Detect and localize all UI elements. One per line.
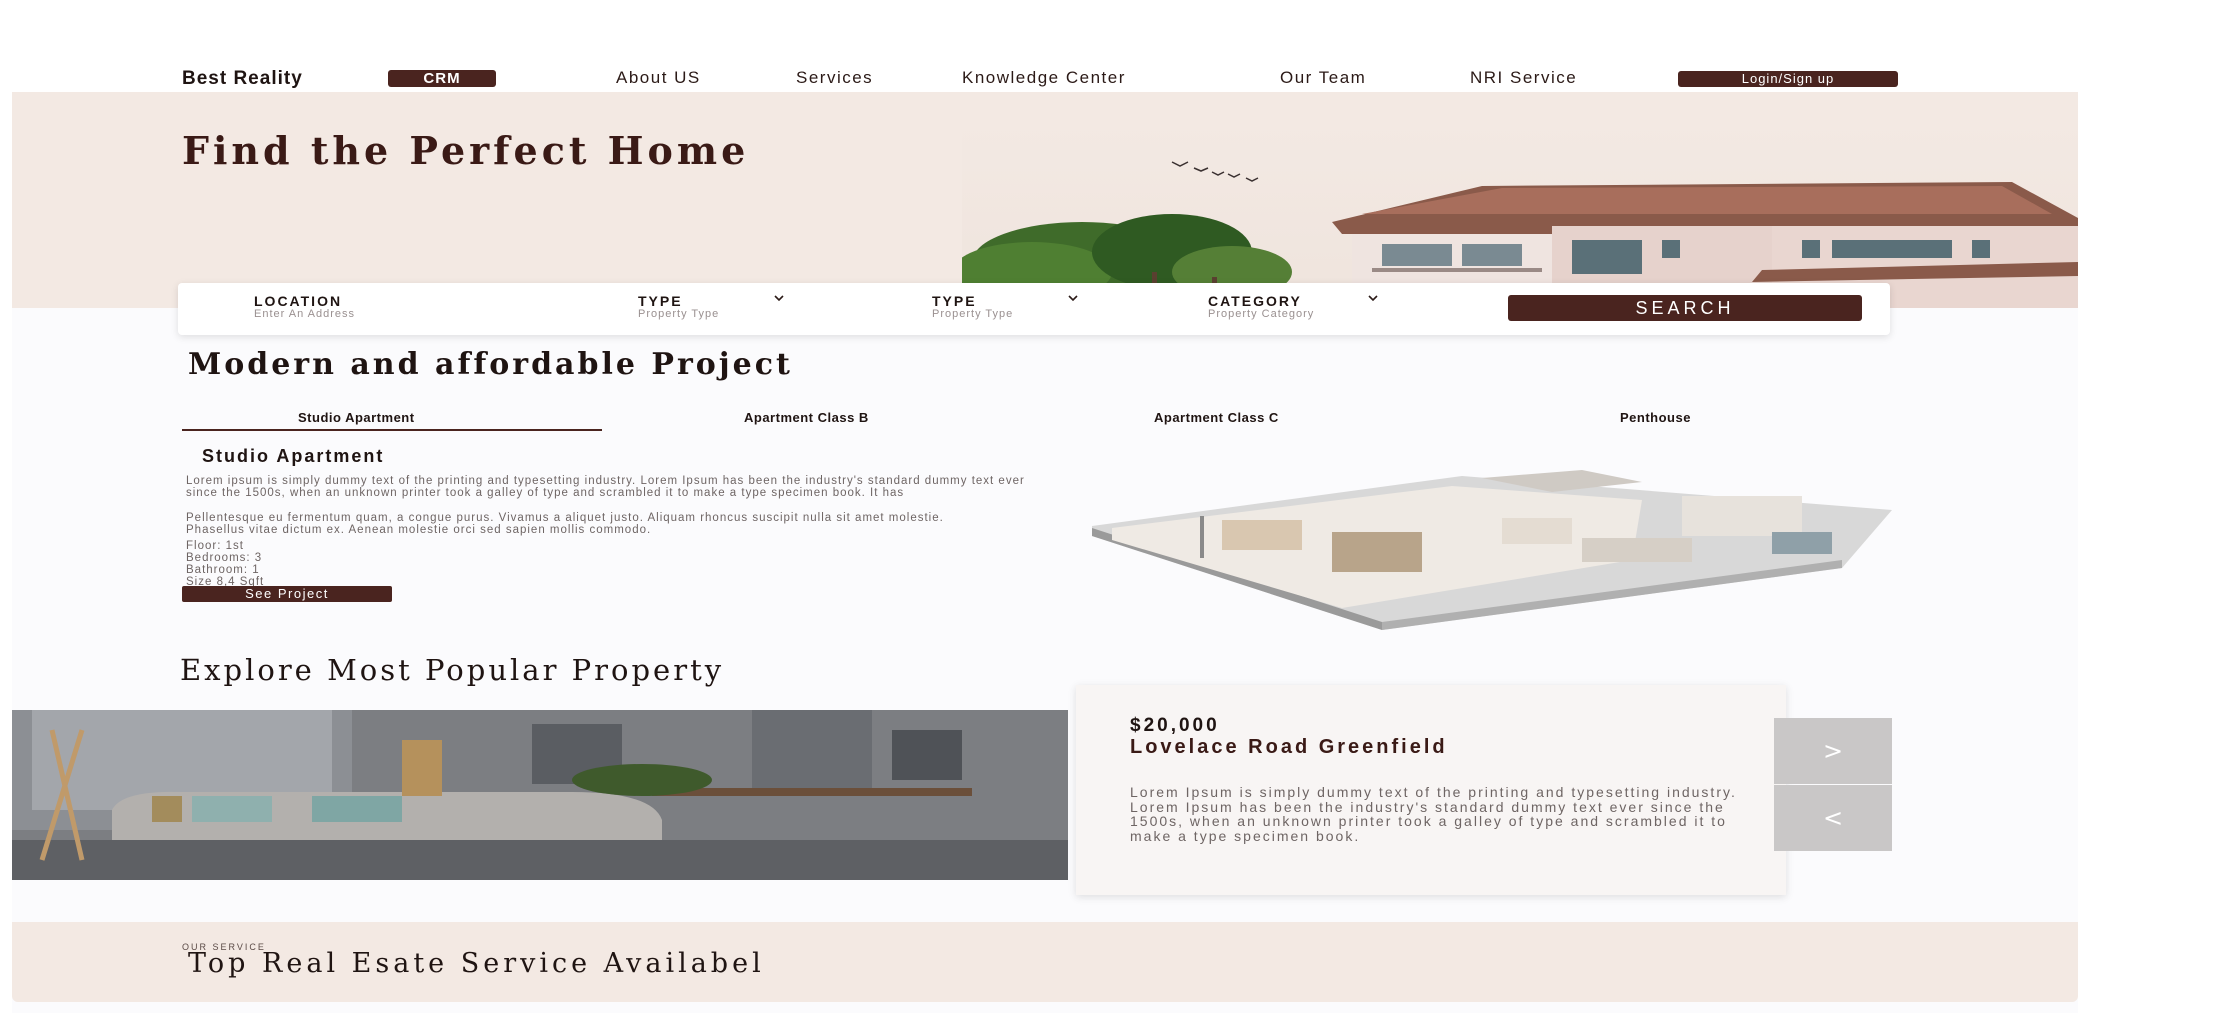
type-placeholder-1: Property Type <box>638 308 720 320</box>
carousel-next-button[interactable]: > <box>1774 718 1892 784</box>
property-search-bar: LOCATION Enter An Address TYPE Property … <box>178 283 1890 335</box>
hero-title: Find the Perfect Home <box>182 128 750 173</box>
project-bedrooms: Bedrooms: 3 <box>186 552 263 564</box>
chevron-down-icon <box>774 295 784 302</box>
tab-penthouse[interactable]: Penthouse <box>1620 410 1691 425</box>
location-placeholder: Enter An Address <box>254 308 355 320</box>
service-section: OUR SERVICE Top Real Esate Service Avail… <box>12 922 2078 1002</box>
service-section-title: Top Real Esate Service Availabel <box>188 948 765 979</box>
property-title: Lovelace Road Greenfield <box>1130 736 1448 758</box>
page: Best Reality CRM About US Services Knowl… <box>12 0 2078 1013</box>
hero-section: Find the Perfect Home <box>12 92 2078 308</box>
nav-services[interactable]: Services <box>796 68 873 88</box>
nav-nri-service[interactable]: NRI Service <box>1470 68 1577 88</box>
nav-knowledge-center[interactable]: Knowledge Center <box>962 68 1126 88</box>
nav-our-team[interactable]: Our Team <box>1280 68 1366 88</box>
brand-name[interactable]: Best Reality <box>182 68 303 90</box>
living-room-image <box>12 710 1068 880</box>
projects-section-title: Modern and affordable Project <box>188 347 793 382</box>
chevron-down-icon <box>1368 295 1378 302</box>
type-label-1: TYPE <box>638 293 683 309</box>
crm-badge: CRM <box>388 70 496 87</box>
tab-apartment-class-c[interactable]: Apartment Class C <box>1154 410 1279 425</box>
property-price: $20,000 <box>1130 715 1220 736</box>
chevron-down-icon <box>1068 295 1078 302</box>
category-label: CATEGORY <box>1208 293 1302 309</box>
carousel-prev-button[interactable]: < <box>1774 785 1892 851</box>
login-signup-button[interactable]: Login/Sign up <box>1678 71 1898 87</box>
tab-apartment-class-b[interactable]: Apartment Class B <box>744 410 869 425</box>
tab-studio-apartment[interactable]: Studio Apartment <box>298 410 415 425</box>
search-button[interactable]: SEARCH <box>1508 295 1862 321</box>
type-placeholder-2: Property Type <box>932 308 1014 320</box>
project-bathroom: Bathroom: 1 <box>186 564 260 576</box>
category-placeholder: Property Category <box>1208 308 1315 320</box>
property-description: Lorem Ipsum is simply dummy text of the … <box>1130 784 1737 844</box>
see-project-button[interactable]: See Project <box>182 586 392 602</box>
location-label: LOCATION <box>254 293 343 309</box>
project-floor: Floor: 1st <box>186 540 244 552</box>
nav-about-us[interactable]: About US <box>616 68 701 88</box>
project-description-1: Lorem ipsum is simply dummy text of the … <box>186 475 1025 499</box>
floor-plan-3d-image <box>1092 470 1892 630</box>
property-card[interactable]: $20,000 Lovelace Road Greenfield Lorem I… <box>1076 685 1786 895</box>
house-illustration <box>962 122 2078 308</box>
active-tab-indicator <box>182 429 602 431</box>
project-title: Studio Apartment <box>202 446 385 466</box>
top-navbar: Best Reality CRM About US Services Knowl… <box>12 0 2078 92</box>
project-description-2: Pellentesque eu fermentum quam, a congue… <box>186 512 944 536</box>
explore-section-title: Explore Most Popular Property <box>180 653 725 687</box>
type-label-2: TYPE <box>932 293 977 309</box>
